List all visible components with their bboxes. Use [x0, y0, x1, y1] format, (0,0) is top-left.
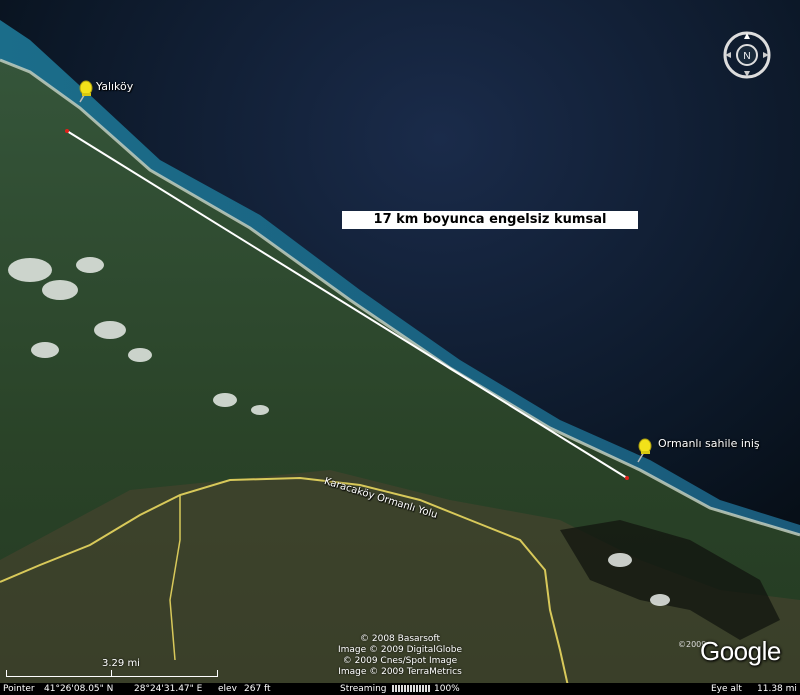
- streaming-label: Streaming: [340, 684, 387, 694]
- line-start-point: [65, 129, 69, 133]
- streaming-percent: 100%: [434, 684, 460, 694]
- map-view[interactable]: N Yalıköy Ormanlı sahile iniş 17 km boyu…: [0, 0, 800, 695]
- credit-line: Image © 2009 DigitalGlobe: [337, 645, 463, 655]
- scale-line: [6, 670, 218, 677]
- pin-label-yalikoy[interactable]: Yalıköy: [96, 80, 133, 93]
- credit-line: © 2009 Cnes/Spot Image: [342, 656, 458, 666]
- pointer-longitude: 28°24'31.47" E: [134, 684, 203, 694]
- elevation-label: elev: [218, 684, 237, 694]
- pointer-latitude: 41°26'08.05" N: [44, 684, 114, 694]
- google-logo: Google: [700, 636, 781, 666]
- streaming-progress-bar: [392, 685, 430, 692]
- annotation-banner: 17 km boyunca engelsiz kumsal: [342, 211, 638, 229]
- scale-tick: [111, 670, 112, 676]
- eye-alt-label: Eye alt: [711, 684, 742, 694]
- imagery-credits: © 2008 Basarsoft Image © 2009 DigitalGlo…: [330, 634, 470, 678]
- credit-line: © 2008 Basarsoft: [360, 634, 440, 644]
- eye-alt-value: 11.38 mi: [757, 684, 797, 694]
- status-bar: Pointer 41°26'08.05" N 28°24'31.47" E el…: [0, 683, 800, 695]
- scale-label: 3.29 mi: [102, 658, 140, 669]
- line-end-point: [625, 476, 629, 480]
- elevation-value: 267 ft: [244, 684, 271, 694]
- scale-bar: 3.29 mi: [6, 658, 218, 680]
- compass-icon[interactable]: N: [722, 30, 772, 80]
- pointer-label: Pointer: [3, 684, 35, 694]
- compass-north-label: N: [743, 51, 750, 62]
- credit-line: Image © 2009 TerraMetrics: [338, 667, 462, 677]
- pin-label-ormanli[interactable]: Ormanlı sahile iniş: [658, 437, 760, 450]
- satellite-imagery[interactable]: [0, 0, 800, 695]
